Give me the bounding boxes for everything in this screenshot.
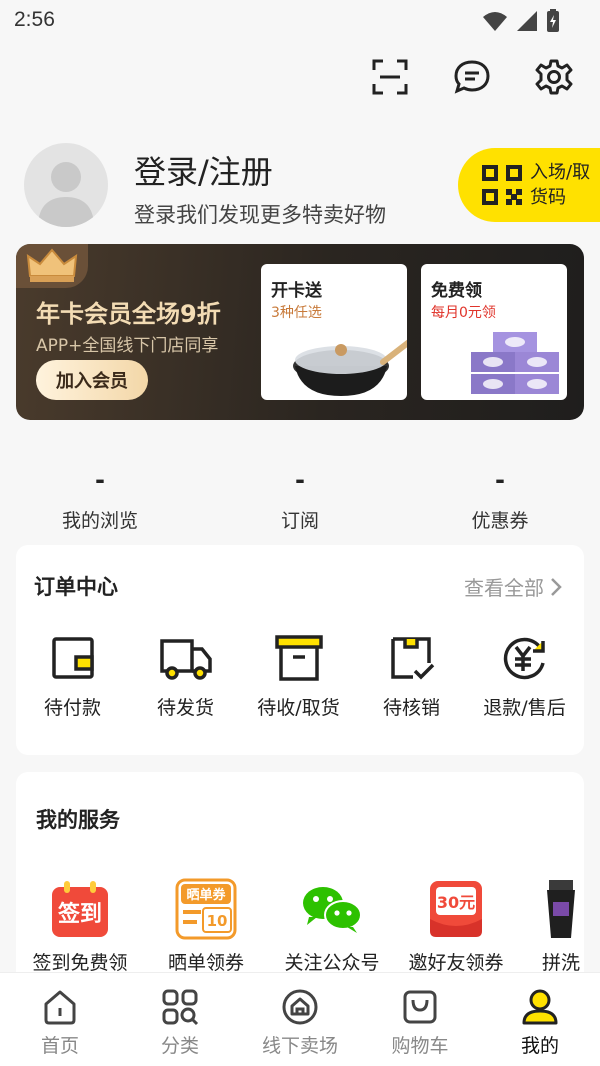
battery-icon	[546, 9, 560, 37]
gear-icon	[535, 59, 573, 95]
user-icon	[522, 989, 558, 1025]
vip-title: 年卡会员全场9折	[36, 300, 221, 328]
stat-label: 我的浏览	[61, 510, 138, 532]
vip-membership-banner[interactable]: 年卡会员全场9折 APP+全国线下门店同享 加入会员 开卡送 3种任选 免费领 …	[16, 244, 584, 420]
entry-pickup-code-button[interactable]: 入场/取货码	[458, 148, 600, 222]
stat-value: -	[95, 466, 105, 494]
avatar[interactable]	[24, 143, 108, 227]
vip-subtitle: APP+全国线下门店同享	[36, 336, 219, 356]
share-badge-number: 10	[207, 912, 228, 930]
service-invite-friends[interactable]: 30元 邀好友领券	[394, 878, 518, 975]
order-pending-shipment[interactable]: 待发货	[129, 633, 242, 720]
tab-label: 线下卖场	[261, 1035, 338, 1057]
view-all-orders-link[interactable]: 查看全部	[464, 572, 562, 601]
store-icon	[282, 989, 318, 1025]
order-pending-receipt[interactable]: 待收/取货	[242, 633, 355, 720]
order-center-card: 订单中心 查看全部 待付款 待发货 待收/取货 待核销 退款/售后	[16, 545, 584, 755]
stat-label: 订阅	[280, 510, 319, 532]
order-label: 待发货	[156, 697, 214, 719]
settings-button[interactable]	[528, 56, 580, 98]
view-all-label: 查看全部	[464, 576, 544, 600]
service-follow-wechat[interactable]: 关注公众号	[270, 878, 394, 975]
stats-row: - 我的浏览 - 订阅 - 优惠券	[0, 466, 600, 536]
default-avatar-icon	[38, 162, 94, 227]
tab-home[interactable]: 首页	[0, 987, 120, 1058]
service-label: 晒单领券	[167, 952, 244, 974]
order-label: 待付款	[43, 697, 101, 719]
wifi-icon	[482, 10, 508, 36]
top-actions	[364, 56, 580, 98]
tab-label: 我的	[520, 1035, 559, 1057]
box-icon	[274, 635, 323, 681]
invite-badge-text: 30元	[437, 893, 475, 912]
service-share-coupon[interactable]: 晒单券 10 晒单领券	[144, 878, 268, 975]
qr-code-icon	[482, 165, 522, 205]
login-subtitle: 登录我们发现更多特卖好物	[134, 203, 386, 227]
invite-coupon-icon: 30元	[430, 881, 482, 937]
order-label: 待核销	[382, 697, 440, 719]
stat-browse-history[interactable]: - 我的浏览	[0, 466, 200, 533]
stat-value: -	[495, 466, 505, 494]
promo-card-free[interactable]: 免费领 每月0元领	[421, 264, 567, 400]
wechat-icon	[303, 887, 362, 933]
checkin-calendar-icon: 签到	[52, 881, 108, 937]
message-icon	[454, 60, 490, 94]
share-coupon-icon: 晒单券 10	[175, 878, 237, 940]
tab-label: 购物车	[391, 1035, 449, 1057]
wok-pan-image	[293, 339, 407, 396]
verify-bag-icon	[390, 637, 434, 680]
truck-icon	[159, 639, 212, 680]
service-checkin[interactable]: 签到 签到免费领	[18, 878, 142, 975]
service-product-try[interactable]: 拼洗	[516, 878, 600, 975]
promo-title: 开卡送	[271, 281, 322, 301]
wallet-icon	[51, 637, 94, 679]
promo-subtitle: 每月0元领	[431, 305, 496, 321]
promo-card-gift[interactable]: 开卡送 3种任选	[261, 264, 407, 400]
join-membership-button[interactable]: 加入会员	[36, 360, 148, 400]
tab-offline-store[interactable]: 线下卖场	[240, 987, 360, 1058]
message-button[interactable]	[446, 56, 498, 98]
bottom-tab-bar: 首页 分类 线下卖场 购物车 我的	[0, 972, 600, 1066]
crown-icon	[26, 248, 78, 282]
stat-value: -	[295, 466, 305, 494]
category-icon	[162, 989, 199, 1026]
promo-title: 免费领	[431, 281, 482, 301]
order-pending-verification[interactable]: 待核销	[355, 633, 468, 720]
my-services-card: 我的服务 签到 签到免费领 晒单券 10 晒单领券 关注公众号 30元 邀好友领…	[16, 772, 584, 1002]
order-center-title: 订单中心	[34, 575, 118, 599]
stat-label: 优惠券	[471, 510, 529, 532]
status-time: 2:56	[14, 8, 55, 31]
stat-subscriptions[interactable]: - 订阅	[200, 466, 400, 533]
my-services-title: 我的服务	[36, 808, 120, 832]
tab-label: 首页	[40, 1035, 79, 1057]
login-register-link[interactable]: 登录/注册	[134, 147, 273, 193]
refund-yen-icon	[503, 637, 545, 680]
stat-coupons[interactable]: - 优惠券	[400, 466, 600, 533]
tab-cart[interactable]: 购物车	[360, 987, 480, 1058]
tab-category[interactable]: 分类	[120, 987, 240, 1058]
share-badge-text: 晒单券	[186, 887, 226, 903]
order-refund-aftersales[interactable]: 退款/售后	[468, 633, 581, 720]
tab-mine[interactable]: 我的	[480, 987, 600, 1058]
tissue-pack-image	[471, 332, 559, 394]
scan-icon	[372, 59, 408, 95]
order-label: 退款/售后	[483, 697, 566, 719]
scan-button[interactable]	[364, 56, 416, 98]
checkin-badge-text: 签到	[57, 901, 102, 927]
chevron-right-icon	[551, 577, 562, 596]
order-label: 待收/取货	[257, 697, 340, 719]
status-bar: 2:56	[0, 0, 600, 42]
tab-label: 分类	[160, 1035, 199, 1057]
service-label: 邀好友领券	[408, 952, 504, 974]
promo-subtitle: 3种任选	[271, 305, 322, 321]
service-label: 签到免费领	[32, 952, 128, 974]
entry-pickup-label: 入场/取货码	[530, 162, 591, 208]
home-icon	[44, 990, 76, 1025]
cart-icon	[403, 990, 437, 1024]
signal-icon	[516, 10, 538, 36]
order-pending-payment[interactable]: 待付款	[16, 633, 129, 720]
service-label: 拼洗	[542, 952, 581, 974]
service-label: 关注公众号	[284, 952, 380, 974]
product-tube-icon	[547, 880, 575, 938]
